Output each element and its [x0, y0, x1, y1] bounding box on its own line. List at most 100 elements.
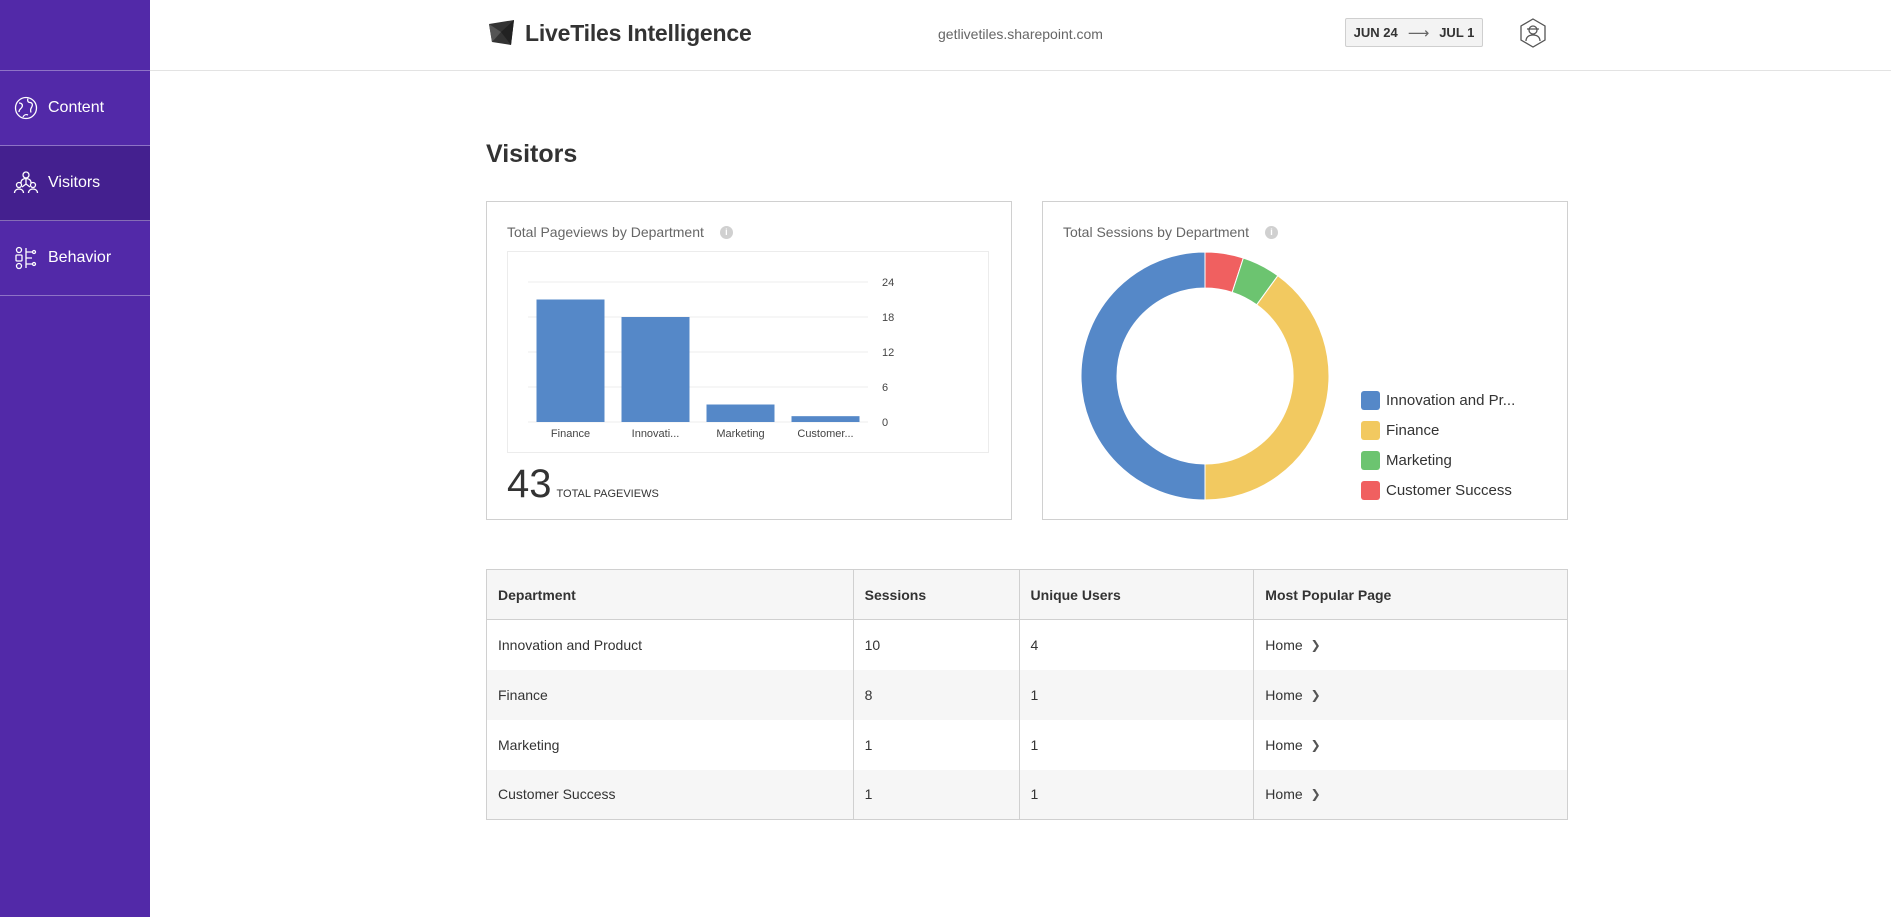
total-pageviews-value: 43 — [507, 462, 552, 506]
legend-swatch — [1361, 480, 1380, 500]
globe-icon — [12, 94, 40, 122]
sidebar-item-content[interactable]: Content — [0, 71, 150, 146]
pageviews-chart: 0 6 12 18 24 Finance Innovati... Marketing Custo… — [507, 251, 989, 453]
livetiles-logo-icon — [489, 20, 514, 45]
pageviews-card: Total Pageviews by Department i 0 6 12 18 24… — [486, 201, 1012, 520]
sessions-card-title: Total Sessions by Department — [1063, 224, 1249, 240]
app-name: LiveTiles Intelligence — [525, 19, 752, 46]
sessions-card: Total Sessions by Department i Innovatio… — [1042, 201, 1568, 520]
legend-item[interactable]: Innovation and Pr... — [1361, 385, 1515, 415]
cell-most-popular-page: Home ❯ — [1253, 619, 1568, 670]
chevron-right-icon: ❯ — [1310, 787, 1321, 802]
column-header-most-popular-page[interactable]: Most Popular Page — [1253, 569, 1568, 620]
legend-label: Innovation and Pr... — [1386, 391, 1516, 409]
card-title: Total Sessions by Department i — [1063, 224, 1278, 240]
column-header-unique-users[interactable]: Unique Users — [1018, 569, 1255, 620]
y-tick-label: 0 — [882, 417, 888, 429]
cell-department: Marketing — [486, 719, 854, 770]
page-link-label: Home — [1265, 636, 1303, 653]
sidebar-item-visitors[interactable]: Visitors — [0, 146, 150, 221]
sidebar-header — [0, 0, 150, 71]
donut-chart — [1081, 252, 1329, 500]
page-link-label: Home — [1265, 736, 1303, 753]
page-link[interactable]: Home ❯ — [1265, 786, 1320, 802]
bar — [536, 299, 605, 422]
bar — [791, 416, 860, 422]
chevron-right-icon: ❯ — [1310, 687, 1321, 702]
bar — [621, 317, 690, 422]
cell-department: Innovation and Product — [486, 619, 854, 670]
legend-swatch — [1361, 390, 1380, 410]
legend-swatch — [1361, 450, 1380, 470]
app-logo[interactable]: LiveTiles Intelligence — [487, 18, 752, 48]
cell-sessions: 10 — [852, 619, 1020, 670]
x-tick-label: Marketing — [716, 428, 764, 440]
cell-most-popular-page: Home ❯ — [1253, 669, 1568, 720]
x-tick-label: Finance — [551, 428, 590, 440]
department-table: Department Sessions Unique Users Most Po… — [486, 569, 1568, 820]
cell-unique-users: 4 — [1018, 619, 1255, 670]
x-tick-label: Customer... — [797, 428, 853, 440]
pageviews-card-title: Total Pageviews by Department — [507, 224, 704, 240]
page-link[interactable]: Home ❯ — [1265, 637, 1320, 653]
chevron-right-icon: ❯ — [1310, 737, 1321, 752]
y-tick-label: 18 — [882, 312, 894, 324]
cell-most-popular-page: Home ❯ — [1253, 769, 1568, 820]
bar — [706, 404, 775, 422]
cell-sessions: 1 — [852, 769, 1020, 820]
sidebar: Content Visitors Behavior — [0, 0, 150, 917]
cell-most-popular-page: Home ❯ — [1253, 719, 1568, 770]
page-link[interactable]: Home ❯ — [1265, 737, 1320, 753]
legend-item[interactable]: Marketing — [1361, 445, 1515, 475]
donut-slice — [1081, 252, 1206, 500]
sidebar-item-label: Visitors — [48, 174, 101, 191]
user-avatar-icon[interactable] — [1517, 17, 1549, 49]
info-icon[interactable]: i — [719, 225, 733, 239]
top-header: LiveTiles Intelligence getlivetiles.shar… — [150, 0, 1891, 71]
page-link[interactable]: Home ❯ — [1265, 687, 1320, 703]
table-row: Marketing 1 1 Home ❯ — [486, 719, 1568, 770]
legend-swatch — [1361, 420, 1380, 440]
y-tick-label: 6 — [882, 382, 888, 394]
cell-unique-users: 1 — [1018, 769, 1255, 820]
legend-label: Finance — [1386, 421, 1440, 439]
donut-slice — [1204, 274, 1329, 500]
cell-sessions: 8 — [852, 669, 1020, 720]
arrow-right-icon: ⟶ — [1407, 24, 1430, 42]
info-icon[interactable]: i — [1264, 225, 1278, 239]
legend-item[interactable]: Customer Success — [1361, 475, 1515, 505]
bar-chart: 0 6 12 18 24 Finance Innovati... Marketing Custo… — [528, 277, 894, 440]
chevron-right-icon: ❯ — [1310, 637, 1321, 652]
page-link-label: Home — [1265, 786, 1303, 803]
page-link-label: Home — [1265, 686, 1303, 703]
table-row: Customer Success 1 1 Home ❯ — [486, 769, 1568, 820]
people-icon — [12, 169, 40, 197]
y-tick-label: 12 — [882, 347, 894, 359]
total-pageviews-label: TOTAL PAGEVIEWS — [556, 488, 659, 500]
date-start: JUN 24 — [1353, 25, 1398, 40]
cell-unique-users: 1 — [1018, 719, 1255, 770]
sidebar-item-label: Content — [48, 99, 105, 116]
cell-department: Customer Success — [486, 769, 854, 820]
cell-unique-users: 1 — [1018, 669, 1255, 720]
sidebar-item-behavior[interactable]: Behavior — [0, 221, 150, 296]
page-title: Visitors — [486, 140, 578, 168]
chart-legend: Innovation and Pr... Finance Marketing C… — [1361, 385, 1515, 505]
card-title: Total Pageviews by Department i — [507, 224, 733, 240]
table-header-row: Department Sessions Unique Users Most Po… — [486, 569, 1568, 620]
cell-department: Finance — [486, 669, 854, 720]
sidebar-item-label: Behavior — [48, 249, 112, 266]
legend-label: Marketing — [1386, 451, 1452, 469]
table-row: Finance 8 1 Home ❯ — [486, 669, 1568, 720]
legend-label: Customer Success — [1386, 481, 1512, 499]
total-pageviews: 43 TOTAL PAGEVIEWS — [507, 462, 659, 507]
table-row: Innovation and Product 10 4 Home ❯ — [486, 619, 1568, 670]
cell-sessions: 1 — [852, 719, 1020, 770]
column-header-department[interactable]: Department — [486, 569, 854, 620]
x-tick-label: Innovati... — [632, 428, 680, 440]
legend-item[interactable]: Finance — [1361, 415, 1515, 445]
site-url: getlivetiles.sharepoint.com — [938, 26, 1103, 42]
date-range-picker[interactable]: JUN 24 ⟶ JUL 1 — [1345, 18, 1483, 47]
y-tick-label: 24 — [882, 277, 894, 289]
column-header-sessions[interactable]: Sessions — [852, 569, 1020, 620]
